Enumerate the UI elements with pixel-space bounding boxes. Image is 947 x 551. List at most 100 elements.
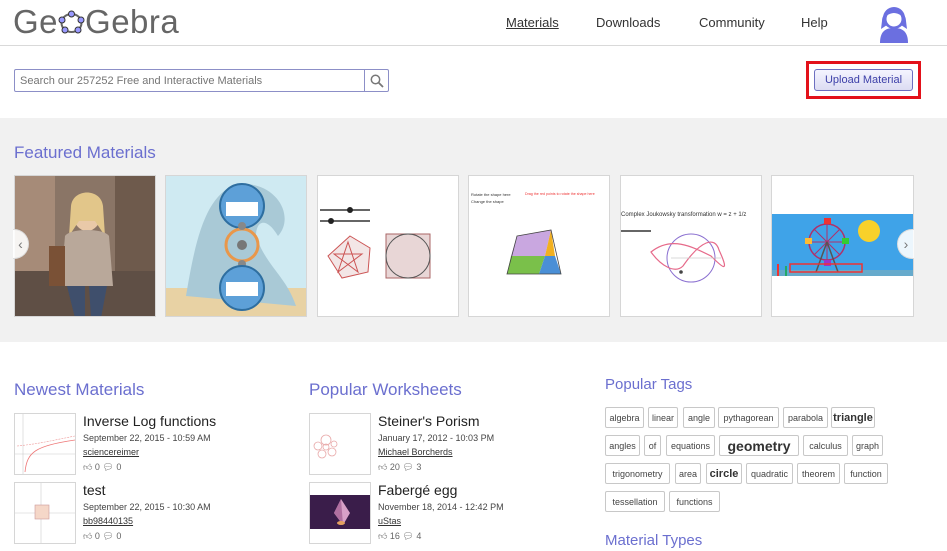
like-icon: 👍︎ xyxy=(378,462,388,472)
tag-theorem[interactable]: theorem xyxy=(797,463,840,484)
thumb4-label-1: Rotate the shape here xyxy=(471,192,511,197)
worksheet-item-thumbnail[interactable] xyxy=(309,482,371,544)
like-count: 0 xyxy=(94,462,100,472)
search-button[interactable] xyxy=(364,70,388,91)
newest-item-thumbnail[interactable] xyxy=(14,413,76,475)
newest-item-stats: 👍︎ 0 💬︎ 0 xyxy=(83,462,121,473)
nav-community[interactable]: Community xyxy=(699,15,765,30)
comment-icon: 💬︎ xyxy=(402,531,414,541)
featured-item[interactable] xyxy=(771,175,914,317)
featured-item[interactable] xyxy=(14,175,156,317)
search-bar xyxy=(14,69,389,92)
worksheet-item-title[interactable]: Steiner's Porism xyxy=(378,413,479,429)
thumb5-label: Complex Joukowsky transformation w = z +… xyxy=(621,212,746,218)
nav-materials[interactable]: Materials xyxy=(506,15,559,30)
like-icon: 👍︎ xyxy=(83,531,93,541)
tag-graph[interactable]: graph xyxy=(852,435,883,456)
upload-highlight-box: Upload Material xyxy=(806,61,921,99)
search-icon xyxy=(370,74,384,88)
like-count: 20 xyxy=(389,462,400,472)
tag-pythagorean[interactable]: pythagorean xyxy=(718,407,779,428)
worksheet-item-stats: 👍︎ 20 💬︎ 3 xyxy=(378,462,421,473)
comment-count: 3 xyxy=(416,462,422,472)
comment-count: 4 xyxy=(416,531,422,541)
featured-title: Featured Materials xyxy=(14,143,156,162)
spinner-thumbnail xyxy=(166,176,306,316)
comment-icon: 💬︎ xyxy=(402,462,414,472)
worksheet-item-stats: 👍︎ 16 💬︎ 4 xyxy=(378,531,421,542)
newest-item-title[interactable]: test xyxy=(83,482,106,498)
tag-circle[interactable]: circle xyxy=(706,463,742,484)
comment-icon: 💬︎ xyxy=(102,462,114,472)
comment-icon: 💬︎ xyxy=(102,531,114,541)
comment-count: 0 xyxy=(116,462,122,472)
faberge-egg-thumbnail xyxy=(310,483,370,543)
search-input[interactable] xyxy=(15,70,364,91)
worksheet-item-date: November 18, 2014 - 12:42 PM xyxy=(378,502,504,512)
user-avatar-icon[interactable] xyxy=(874,3,914,43)
top-header: Ge Gebra Materials Downloads Community He… xyxy=(0,0,947,46)
newest-item-author[interactable]: bb98440135 xyxy=(83,516,133,526)
tag-of[interactable]: of xyxy=(644,435,661,456)
featured-section: Featured Materials Rotate the shape here… xyxy=(0,118,947,342)
tag-parabola[interactable]: parabola xyxy=(783,407,828,428)
nav-downloads[interactable]: Downloads xyxy=(596,15,660,30)
chevron-left-icon: ‹ xyxy=(18,236,23,252)
nav-help[interactable]: Help xyxy=(801,15,828,30)
newest-materials-title: Newest Materials xyxy=(14,380,145,399)
tag-functions[interactable]: functions xyxy=(669,491,720,512)
logo-text-start: Ge xyxy=(13,3,59,40)
comment-count: 0 xyxy=(116,531,122,541)
photo-thumbnail xyxy=(15,176,155,316)
popular-worksheets-title: Popular Worksheets xyxy=(309,380,462,399)
tag-function[interactable]: function xyxy=(844,463,888,484)
worksheet-item-date: January 17, 2012 - 10:03 PM xyxy=(378,433,495,443)
logo-text-end: Gebra xyxy=(85,3,180,40)
like-icon: 👍︎ xyxy=(378,531,388,541)
featured-item[interactable] xyxy=(317,175,459,317)
popular-tags-title: Popular Tags xyxy=(605,376,693,393)
material-types-title: Material Types xyxy=(605,532,703,549)
newest-item-author[interactable]: sciencereimer xyxy=(83,447,139,457)
search-band: Upload Material xyxy=(0,47,947,118)
featured-item[interactable]: Complex Joukowsky transformation w = z +… xyxy=(620,175,762,317)
steiner-thumbnail xyxy=(310,414,370,474)
tag-algebra[interactable]: algebra xyxy=(605,407,644,428)
log-graph-thumbnail xyxy=(15,414,75,474)
chevron-right-icon: › xyxy=(903,236,909,252)
newest-item-date: September 22, 2015 - 10:30 AM xyxy=(83,502,211,512)
worksheet-item-thumbnail[interactable] xyxy=(309,413,371,475)
rotation-thumbnail: Rotate the shape here Change the shape D… xyxy=(469,176,609,316)
thumb4-red-label: Drag the red points to rotate the shape … xyxy=(525,192,595,196)
newest-item-stats: 👍︎ 0 💬︎ 0 xyxy=(83,531,121,542)
geogebra-logo[interactable]: Ge Gebra xyxy=(13,3,179,41)
geometry-thumbnail xyxy=(318,176,458,316)
newest-item-thumbnail[interactable] xyxy=(14,482,76,544)
logo-o-icon xyxy=(58,6,85,34)
tag-calculus[interactable]: calculus xyxy=(803,435,848,456)
joukowsky-thumbnail: Complex Joukowsky transformation w = z +… xyxy=(621,176,761,316)
tag-tessellation[interactable]: tessellation xyxy=(605,491,665,512)
newest-item-date: September 22, 2015 - 10:59 AM xyxy=(83,433,211,443)
tag-angle[interactable]: angle xyxy=(683,407,715,428)
tag-quadratic[interactable]: quadratic xyxy=(746,463,793,484)
worksheet-item-title[interactable]: Fabergé egg xyxy=(378,482,457,498)
ferris-wheel-thumbnail xyxy=(772,176,913,316)
featured-item[interactable]: Rotate the shape here Change the shape D… xyxy=(468,175,610,317)
tag-linear[interactable]: linear xyxy=(648,407,678,428)
tag-equations[interactable]: equations xyxy=(666,435,715,456)
tag-area[interactable]: area xyxy=(675,463,701,484)
tag-trigonometry[interactable]: trigonometry xyxy=(605,463,670,484)
featured-item[interactable] xyxy=(165,175,307,317)
worksheet-item-author[interactable]: uStas xyxy=(378,516,401,526)
test-thumbnail xyxy=(15,483,75,543)
tag-angles[interactable]: angles xyxy=(605,435,640,456)
tag-geometry[interactable]: geometry xyxy=(719,435,799,456)
newest-item-title[interactable]: Inverse Log functions xyxy=(83,413,216,429)
worksheet-item-author[interactable]: Michael Borcherds xyxy=(378,447,453,457)
tag-triangle[interactable]: triangle xyxy=(831,407,875,428)
thumb4-label-2: Change the shape xyxy=(471,199,504,204)
upload-material-button[interactable]: Upload Material xyxy=(814,69,913,91)
like-count: 0 xyxy=(94,531,100,541)
like-count: 16 xyxy=(389,531,400,541)
